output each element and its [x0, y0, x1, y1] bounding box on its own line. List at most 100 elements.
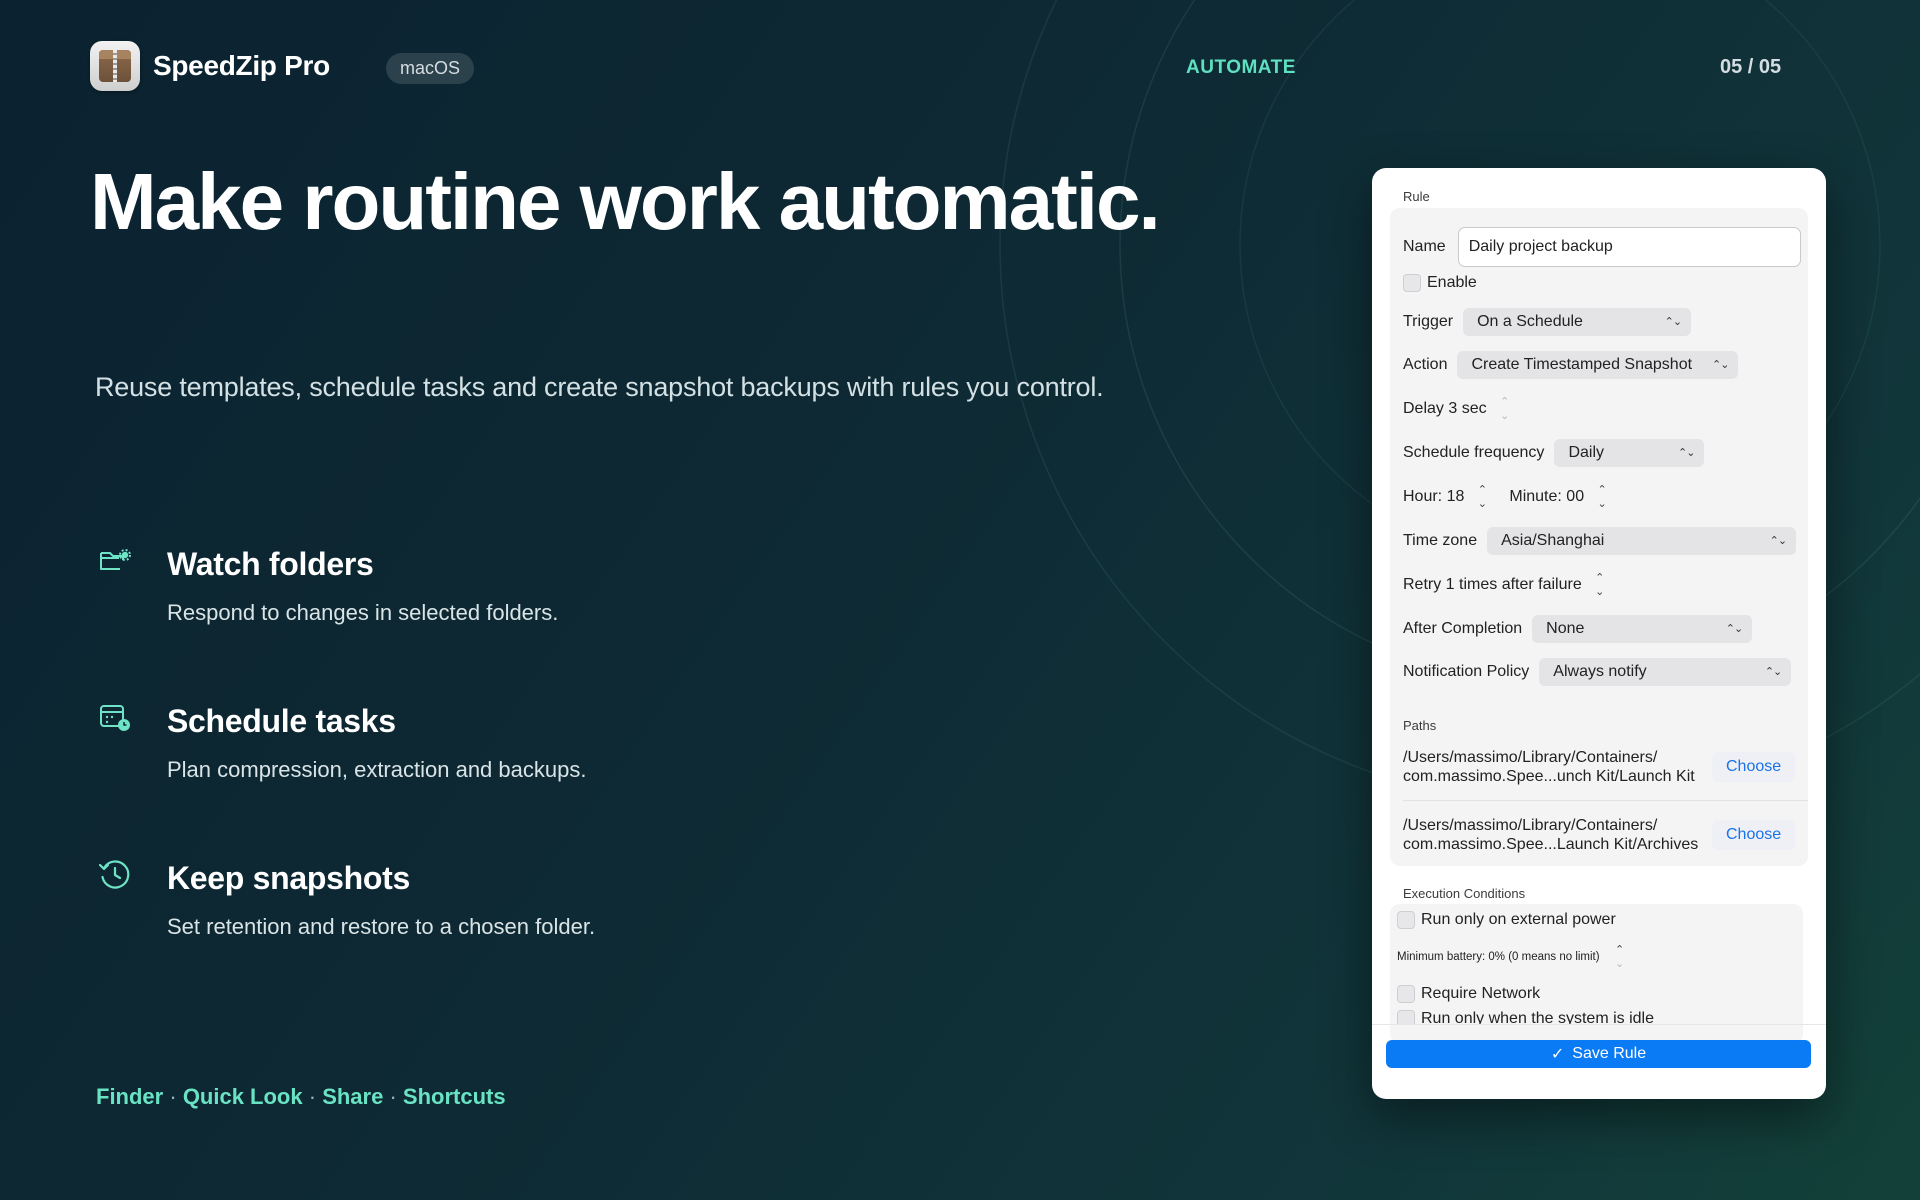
separator: ·: [169, 1084, 177, 1109]
folder-gear-icon: [100, 549, 131, 570]
headline: Make routine work automatic.: [90, 157, 1161, 246]
path-line: com.massimo.Spee...unch Kit/Launch Kit: [1403, 768, 1695, 785]
minute-stepper[interactable]: ⌃ ⌄: [1592, 480, 1612, 514]
path-item-2: /Users/massimo/Library/Containers/ com.m…: [1403, 816, 1698, 854]
feature-desc: Set retention and restore to a chosen fo…: [167, 914, 596, 939]
integration-shortcuts: Shortcuts: [402, 1084, 506, 1109]
choose-button[interactable]: Choose: [1712, 820, 1796, 850]
schedule-frequency-label: Schedule frequency: [1403, 444, 1545, 461]
min-battery-row: Minimum battery: 0% (0 means no limit) ⌃…: [1397, 943, 1630, 971]
idle-label: Run only when the system is idle: [1421, 1010, 1654, 1024]
integrations-list: Finder · Quick Look · Share · Shortcuts: [96, 1084, 506, 1110]
enable-row: Enable: [1403, 269, 1477, 297]
platform-badge: macOS: [386, 53, 475, 84]
save-rule-button[interactable]: ✓ Save Rule: [1386, 1040, 1811, 1068]
separator: ·: [308, 1084, 317, 1109]
page-counter: 05 / 05: [1720, 56, 1782, 78]
require-network-checkbox[interactable]: [1397, 985, 1415, 1003]
action-value: Create Timestamped Snapshot: [1471, 356, 1693, 373]
schedule-frequency-row: Schedule frequency Daily ⌃⌄: [1403, 439, 1705, 467]
rule-section-title: Rule: [1403, 189, 1430, 204]
feature-title: Schedule tasks: [167, 703, 396, 739]
conditions-section-title: Execution Conditions: [1403, 886, 1526, 901]
require-network-label: Require Network: [1421, 985, 1541, 1002]
time-row: Hour: 18 ⌃ ⌄ Minute: 00 ⌃ ⌄: [1403, 483, 1612, 511]
chevron-updown-icon: ⌃⌄: [1769, 534, 1787, 547]
path-line: com.massimo.Spee...Launch Kit/Archives: [1403, 836, 1699, 853]
hour-label: Hour: 18: [1403, 488, 1465, 505]
notification-label: Notification Policy: [1403, 663, 1530, 680]
after-completion-row: After Completion None ⌃⌄: [1403, 615, 1753, 643]
chevron-updown-icon: ⌃⌄: [1664, 315, 1682, 328]
idle-row: Run only when the system is idle: [1397, 1010, 1654, 1024]
divider: [1403, 800, 1808, 801]
retry-row: Retry 1 times after failure ⌃ ⌄: [1403, 571, 1610, 599]
history-icon: [98, 860, 130, 889]
app-icon: [90, 41, 140, 91]
notification-value: Always notify: [1553, 663, 1647, 680]
integration-quick-look: Quick Look: [182, 1084, 303, 1109]
calendar-clock-icon: [100, 705, 130, 731]
feature-desc: Plan compression, extraction and backups…: [167, 757, 587, 782]
chevron-updown-icon: ⌃⌄: [1725, 622, 1743, 635]
notification-row: Notification Policy Always notify ⌃⌄: [1403, 658, 1792, 686]
schedule-frequency-value: Daily: [1568, 444, 1604, 461]
action-select[interactable]: Create Timestamped Snapshot ⌃⌄: [1457, 351, 1739, 379]
external-power-label: Run only on external power: [1421, 911, 1616, 928]
require-network-row: Require Network: [1397, 980, 1540, 1008]
trigger-row: Trigger On a Schedule ⌃⌄: [1403, 308, 1692, 336]
path-line: /Users/massimo/Library/Containers/: [1403, 749, 1658, 766]
hour-stepper[interactable]: ⌃ ⌄: [1472, 480, 1492, 514]
feature-desc: Respond to changes in selected folders.: [167, 600, 559, 625]
time-zone-label: Time zone: [1403, 532, 1478, 549]
external-power-checkbox[interactable]: [1397, 911, 1415, 929]
after-completion-select[interactable]: None ⌃⌄: [1532, 615, 1753, 643]
chevron-updown-icon: ⌃⌄: [1678, 446, 1695, 459]
minute-label: Minute: 00: [1509, 488, 1585, 505]
path-line: /Users/massimo/Library/Containers/: [1403, 817, 1658, 834]
schedule-frequency-select[interactable]: Daily ⌃⌄: [1554, 439, 1705, 467]
chevron-updown-icon: ⌃⌄: [1712, 358, 1729, 371]
integration-finder: Finder: [96, 1084, 164, 1109]
time-zone-select[interactable]: Asia/Shanghai ⌃⌄: [1487, 527, 1797, 555]
idle-checkbox[interactable]: [1397, 1010, 1415, 1024]
action-label: Action: [1403, 356, 1448, 373]
feature-title: Watch folders: [167, 546, 374, 582]
after-completion-value: None: [1546, 620, 1585, 637]
time-zone-row: Time zone Asia/Shanghai ⌃⌄: [1403, 527, 1797, 555]
path-item-1: /Users/massimo/Library/Containers/ com.m…: [1403, 748, 1695, 786]
notification-select[interactable]: Always notify ⌃⌄: [1539, 658, 1792, 686]
save-rule-label: Save Rule: [1572, 1045, 1647, 1062]
trigger-value: On a Schedule: [1477, 313, 1583, 330]
delay-label: Delay 3 sec: [1403, 400, 1487, 417]
trigger-select[interactable]: On a Schedule ⌃⌄: [1463, 308, 1692, 336]
action-row: Action Create Timestamped Snapshot ⌃⌄: [1403, 351, 1739, 379]
app-name: SpeedZip Pro: [153, 50, 330, 81]
section-label: AUTOMATE: [1186, 57, 1296, 78]
integration-share: Share: [322, 1084, 384, 1109]
delay-row: Delay 3 sec ⌃ ⌄: [1403, 395, 1515, 423]
name-row: Name: [1403, 226, 1801, 268]
footer-divider: [1372, 1024, 1826, 1025]
feature-title: Keep snapshots: [167, 860, 410, 896]
brand: SpeedZip Pro: [90, 41, 330, 91]
enable-checkbox[interactable]: [1403, 274, 1421, 292]
separator: ·: [389, 1084, 397, 1109]
choose-button[interactable]: Choose: [1712, 752, 1796, 782]
checkmark-icon: ✓: [1550, 1046, 1565, 1063]
enable-label: Enable: [1427, 274, 1477, 291]
min-battery-stepper[interactable]: ⌃ ⌄: [1610, 940, 1630, 974]
retry-stepper[interactable]: ⌃ ⌄: [1590, 568, 1610, 602]
retry-label: Retry 1 times after failure: [1403, 576, 1582, 593]
subhead: Reuse templates, schedule tasks and crea…: [95, 372, 1104, 402]
min-battery-label: Minimum battery: 0% (0 means no limit): [1397, 951, 1600, 963]
trigger-label: Trigger: [1403, 313, 1454, 330]
chevron-updown-icon: ⌃⌄: [1764, 665, 1782, 678]
delay-stepper[interactable]: ⌃ ⌄: [1495, 392, 1515, 426]
name-label: Name: [1403, 238, 1446, 255]
time-zone-value: Asia/Shanghai: [1501, 532, 1605, 549]
name-field[interactable]: [1457, 227, 1801, 267]
rule-editor-panel: Rule Name Enable Trigger On a Schedule ⌃⌄…: [1372, 168, 1826, 1099]
after-completion-label: After Completion: [1403, 620, 1523, 637]
external-power-row: Run only on external power: [1397, 906, 1616, 934]
